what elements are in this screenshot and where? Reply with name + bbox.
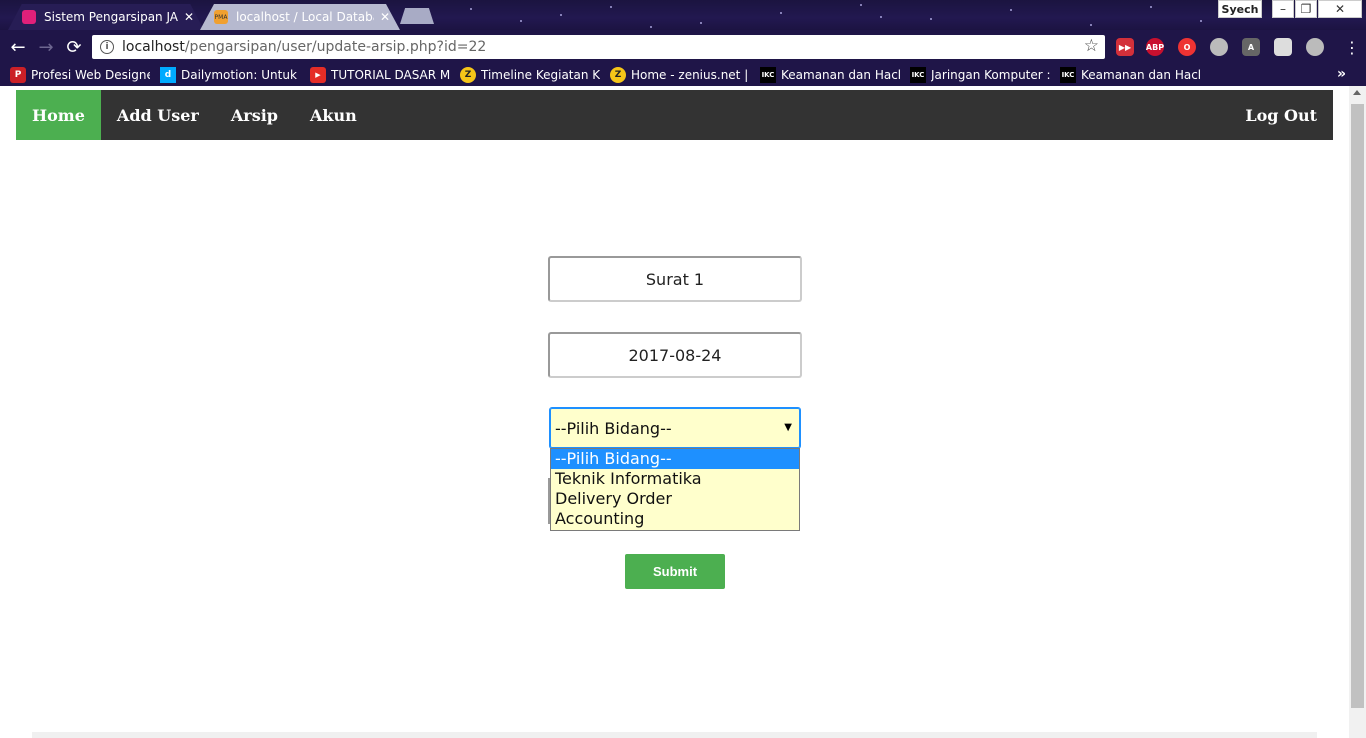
- extension-shield-icon[interactable]: O: [1178, 38, 1196, 56]
- decorative-star: [930, 18, 932, 20]
- tab-sistem-pengarsipan[interactable]: Sistem Pengarsipan JAPF ✕: [8, 4, 204, 30]
- nav-home[interactable]: Home: [16, 90, 101, 140]
- tab-label: Sistem Pengarsipan JAPF: [44, 10, 178, 24]
- tab-phpmyadmin[interactable]: PMA localhost / Local Databa ✕: [200, 4, 400, 30]
- extension-puzzle-icon[interactable]: [1274, 38, 1292, 56]
- submit-button[interactable]: Submit: [625, 554, 725, 589]
- page-viewport: Home Add User Arsip Akun Log Out Surat 1…: [0, 86, 1366, 738]
- decorative-star: [780, 12, 782, 14]
- bidang-option[interactable]: Accounting: [551, 509, 799, 529]
- restore-button[interactable]: ❐: [1295, 0, 1317, 18]
- nav-akun[interactable]: Akun: [294, 90, 373, 140]
- extension-cloud-icon[interactable]: [1210, 38, 1228, 56]
- bookmark-label: Jaringan Komputer : I: [931, 68, 1050, 82]
- bookmarks-bar: P Profesi Web Designer d Dailymotion: Un…: [0, 64, 1366, 86]
- youtube-icon: ▶: [310, 67, 326, 83]
- bidang-selected-value: --Pilih Bidang--: [555, 418, 672, 438]
- menu-kebab-icon[interactable]: ⋮: [1340, 35, 1364, 59]
- decorative-star: [470, 8, 472, 10]
- profile-button[interactable]: Syech: [1218, 0, 1262, 18]
- bookmark-label: TUTORIAL DASAR ME: [331, 68, 450, 82]
- decorative-star: [1200, 20, 1202, 22]
- zenius-icon: Z: [460, 67, 476, 83]
- scrollbar-thumb[interactable]: [1351, 104, 1364, 708]
- bookmark-star-icon[interactable]: ☆: [1084, 36, 1099, 56]
- decorative-star: [700, 22, 702, 24]
- close-tab-icon[interactable]: ✕: [184, 10, 194, 24]
- bookmark-item[interactable]: IKC Jaringan Komputer : I: [910, 67, 1050, 83]
- more-bookmarks-icon[interactable]: »: [1337, 66, 1346, 82]
- bookmark-item[interactable]: IKC Keamanan dan Hackir: [1060, 67, 1200, 83]
- bidang-option[interactable]: Teknik Informatika: [551, 469, 799, 489]
- dropdown-arrow-icon: ▼: [784, 422, 792, 433]
- new-tab-button[interactable]: [400, 8, 434, 24]
- tanggal-arsip-input[interactable]: 2017-08-24: [548, 332, 802, 378]
- decorative-star: [520, 20, 522, 22]
- nav-add-user[interactable]: Add User: [101, 90, 215, 140]
- bookmark-label: Profesi Web Designer: [31, 68, 150, 82]
- bookmark-item[interactable]: Z Home - zenius.net | T: [610, 67, 750, 83]
- bookmark-item[interactable]: Z Timeline Kegiatan Kel: [460, 67, 600, 83]
- close-window-button[interactable]: ✕: [1318, 0, 1362, 18]
- back-arrow-icon[interactable]: ←: [6, 35, 30, 59]
- extension-pdf-icon[interactable]: A: [1242, 38, 1260, 56]
- judul-arsip-input[interactable]: Surat 1: [548, 256, 802, 302]
- ikc-icon: IKC: [910, 67, 926, 83]
- decorative-star: [880, 16, 882, 18]
- scroll-up-arrow-icon[interactable]: [1353, 90, 1361, 95]
- extension-media-icon[interactable]: ▶▶: [1116, 38, 1134, 56]
- browser-toolbar: ← → ⟳ i localhost/pengarsipan/user/updat…: [0, 30, 1366, 64]
- phpmyadmin-icon: PMA: [214, 10, 228, 24]
- bookmark-label: Keamanan dan Hackir: [1081, 68, 1200, 82]
- footer-divider: [32, 732, 1317, 738]
- decorative-star: [560, 14, 562, 16]
- nav-arsip[interactable]: Arsip: [215, 90, 294, 140]
- app-favicon-icon: [22, 10, 36, 24]
- bookmark-label: Home - zenius.net | T: [631, 68, 750, 82]
- zenius-icon: Z: [610, 67, 626, 83]
- site-info-icon[interactable]: i: [100, 40, 114, 54]
- bidang-select[interactable]: --Pilih Bidang-- ▼: [549, 407, 801, 449]
- decorative-star: [1150, 6, 1152, 8]
- bookmark-label: Timeline Kegiatan Kel: [481, 68, 600, 82]
- forward-arrow-icon[interactable]: →: [34, 35, 58, 59]
- bidang-dropdown-list: --Pilih Bidang-- Teknik Informatika Deli…: [550, 448, 800, 531]
- bookmark-item[interactable]: P Profesi Web Designer: [10, 67, 150, 83]
- pinterest-icon: P: [10, 67, 26, 83]
- bookmark-item[interactable]: IKC Keamanan dan Hackir: [760, 67, 900, 83]
- dailymotion-icon: d: [160, 67, 176, 83]
- bookmark-label: Keamanan dan Hackir: [781, 68, 900, 82]
- reload-icon[interactable]: ⟳: [62, 35, 86, 59]
- vertical-scrollbar[interactable]: [1349, 86, 1366, 738]
- tab-label: localhost / Local Databa: [236, 10, 374, 24]
- decorative-star: [610, 6, 612, 8]
- decorative-star: [860, 4, 862, 6]
- bookmark-label: Dailymotion: Untuk D: [181, 68, 300, 82]
- site-navbar: Home Add User Arsip Akun Log Out: [16, 90, 1333, 140]
- bookmark-item[interactable]: d Dailymotion: Untuk D: [160, 67, 300, 83]
- address-bar[interactable]: i localhost/pengarsipan/user/update-arsi…: [92, 35, 1105, 59]
- bidang-option[interactable]: --Pilih Bidang--: [551, 449, 799, 469]
- decorative-star: [1090, 24, 1092, 26]
- bookmark-item[interactable]: ▶ TUTORIAL DASAR ME: [310, 67, 450, 83]
- decorative-star: [1010, 9, 1012, 11]
- nav-logout[interactable]: Log Out: [1229, 90, 1333, 140]
- url-path: /pengarsipan/user/update-arsip.php?id=22: [184, 39, 487, 55]
- bidang-option[interactable]: Delivery Order: [551, 489, 799, 509]
- browser-titlebar: Sistem Pengarsipan JAPF ✕ PMA localhost …: [0, 0, 1366, 30]
- ikc-icon: IKC: [760, 67, 776, 83]
- ikc-icon: IKC: [1060, 67, 1076, 83]
- url-host: localhost: [122, 39, 185, 55]
- minimize-button[interactable]: –: [1272, 0, 1294, 18]
- extension-globe-icon[interactable]: [1306, 38, 1324, 56]
- decorative-star: [650, 26, 652, 28]
- adblock-plus-icon[interactable]: ABP: [1146, 38, 1164, 56]
- close-tab-icon[interactable]: ✕: [380, 10, 390, 24]
